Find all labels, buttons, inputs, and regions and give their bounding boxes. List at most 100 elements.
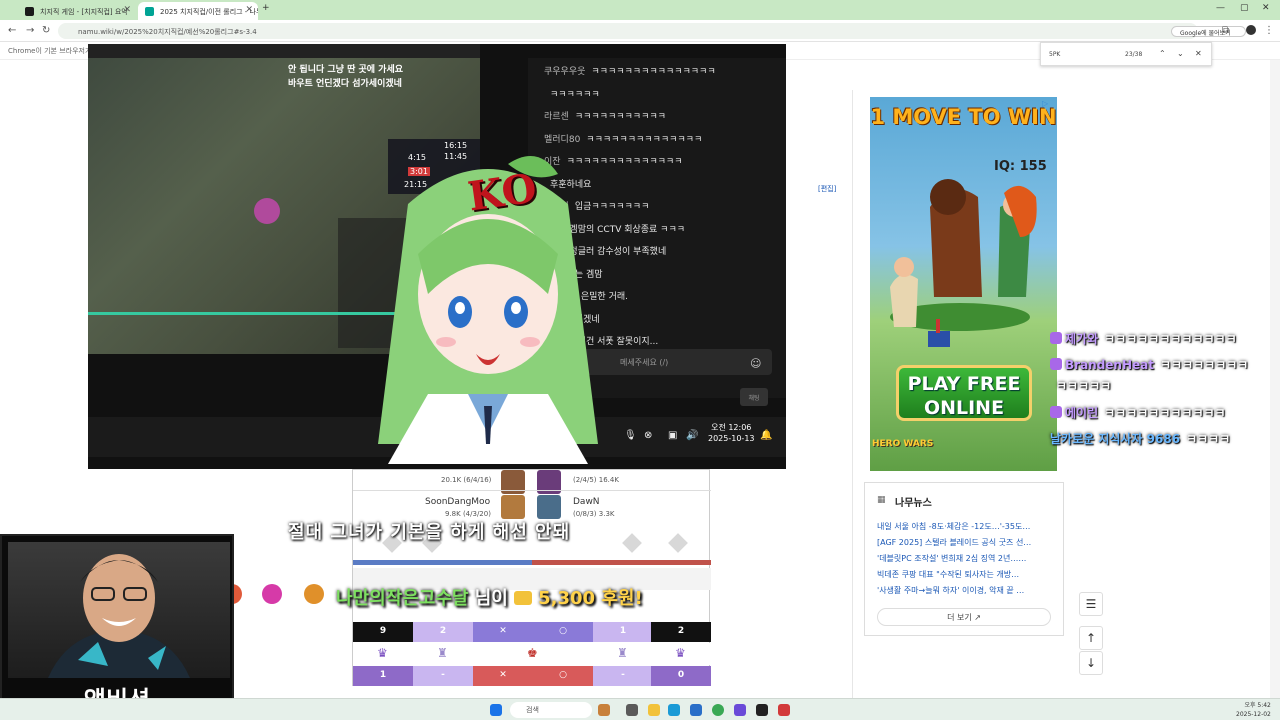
forward-icon[interactable]: → — [26, 25, 34, 36]
emoji-icon[interactable]: ☺ — [750, 357, 761, 370]
news-title: 나무뉴스 — [895, 498, 932, 509]
scrollbar[interactable] — [1270, 60, 1280, 698]
overlay-chat-nick: 제가와 — [1065, 332, 1099, 346]
google-ask-chip[interactable]: Google에 물어보기 — [1171, 26, 1246, 37]
reload-icon[interactable]: ↻ — [42, 25, 50, 36]
ad-info-icon[interactable]: ▷ — [1042, 99, 1048, 108]
windows-start-icon[interactable] — [490, 704, 502, 716]
grid-cell: ✕ — [473, 622, 533, 642]
gold-progress-fill — [353, 560, 532, 565]
bell-icon[interactable]: 🔔 — [760, 430, 772, 441]
match-table: 20.1K (6/4/16) (2/4/5) 16.4K SoonDangMoo… — [352, 469, 711, 686]
subscriber-badge-icon — [1050, 332, 1062, 344]
volume-icon[interactable]: 🔊 — [686, 430, 698, 441]
game-caption: 안 됩니다 그냥 딴 곳에 가세요 — [288, 65, 404, 75]
menu-icon[interactable]: ⋮ — [1264, 25, 1274, 36]
chrome-icon[interactable] — [712, 704, 724, 716]
obs-icon[interactable] — [756, 704, 768, 716]
champion-icon — [501, 495, 525, 519]
store-icon[interactable] — [690, 704, 702, 716]
find-next-icon[interactable]: ⌄ — [1177, 49, 1184, 58]
dragon-slot — [622, 533, 642, 553]
news-more-button[interactable]: 더 보기 ↗ — [877, 608, 1051, 626]
news-item[interactable]: '사생활 주마→늘뭐 하자' 이이경, 악재 끝 … — [877, 585, 1053, 596]
gold-progress-bar — [353, 560, 711, 565]
url-text: namu.wiki/w/2025%20치지직컵/예선%20롤리그#s-3.4 — [78, 28, 257, 36]
news-item[interactable]: 내일 서울 아침 -8도·체감은 -12도…'-35도… — [877, 521, 1053, 532]
chat-text: ㅋㅋㅋㅋㅋㅋㅋㅋㅋㅋㅋㅋㅋㅋㅋ — [591, 67, 716, 77]
chat-nick[interactable]: 멜러디80 — [544, 135, 580, 145]
overlay-chat-message: 에이린 ㅋㅋㅋㅋㅋㅋㅋㅋㅋㅋㅋ — [1050, 404, 1226, 421]
news-item[interactable]: [AGF 2025] 스텔라 블레이드 공식 굿즈 선… — [877, 537, 1053, 548]
news-item[interactable]: '데블릿PC 조작설' 변희재 2심 징역 2년…… — [877, 553, 1053, 564]
find-prev-icon[interactable]: ⌃ — [1159, 49, 1166, 58]
maximize-button[interactable]: ▢ — [1240, 3, 1249, 13]
close-icon[interactable]: ✕ — [245, 5, 253, 15]
scroll-bottom-icon[interactable]: ↓ — [1079, 651, 1103, 675]
find-count: 23/38 — [1125, 51, 1143, 58]
tab-namuwiki[interactable]: 2025 치지직컵/이전 롤리그 - 나무위키 ✕ — [138, 2, 258, 20]
elder-icon: ♜ — [437, 646, 448, 660]
close-icon[interactable]: ✕ — [123, 5, 131, 15]
back-icon[interactable]: ← — [8, 25, 16, 36]
subscriber-badge-icon — [1050, 406, 1062, 418]
extensions-icon[interactable]: ⧉ — [1222, 25, 1229, 36]
stream-video[interactable]: 안 됩니다 그냥 딴 곳에 가세요 바우트 언딘겠다 섬가세이겠네 16:15 … — [88, 44, 786, 469]
tab-label: 치지직 게임 - [치지직컵] 요약 — [40, 8, 128, 16]
streamer-webcam: 앰비션 — [0, 534, 234, 720]
grid-cell: - — [413, 666, 473, 686]
right-top-stats: (2/4/5) 16.4K — [573, 476, 619, 484]
minimize-button[interactable]: — — [1216, 3, 1225, 13]
advertisement[interactable]: 1 MOVE TO WIN IQ: 155 ▷ PLAY FREE ONLINE… — [870, 97, 1057, 471]
screen: 치지직 게임 - [치지직컵] 요약 ✕ 2025 치지직컵/이전 롤리그 - … — [0, 0, 1280, 720]
close-window-button[interactable]: ✕ — [1262, 3, 1270, 13]
clock-date: 2025-10-13 — [708, 434, 755, 443]
screen-icon[interactable]: ▣ — [668, 430, 677, 441]
ko-badge: KO — [465, 164, 540, 221]
wiki-edit-link[interactable]: [편집] — [818, 184, 836, 194]
news-item[interactable]: 빅데존 쿠팡 대표 "수작된 퇴사자는 개방… — [877, 569, 1053, 580]
ad-title: 1 MOVE TO WIN — [870, 105, 1057, 129]
objective-row: 1 - ✕ ○ - 0 — [353, 666, 711, 686]
right-player-name[interactable]: DawN — [573, 497, 600, 507]
dragon-icon: ♚ — [527, 646, 538, 660]
ad-logo: HERO WARS — [872, 439, 934, 449]
avatar[interactable] — [1246, 25, 1256, 35]
taskview-icon[interactable] — [626, 704, 638, 716]
tab-chzzk[interactable]: 치지직 게임 - [치지직컵] 요약 ✕ — [18, 2, 136, 20]
objective-row: 9 2 ✕ ○ 1 2 — [353, 622, 711, 642]
find-close-icon[interactable]: ✕ — [1195, 49, 1202, 58]
url-input[interactable]: namu.wiki/w/2025%20치지직컵/예선%20롤리그#s-3.4 G… — [58, 23, 1246, 39]
stop-icon[interactable]: ⊗ — [644, 430, 652, 441]
app-icon[interactable] — [598, 704, 610, 716]
overlay-chat-text: ㅋㅋㅋㅋㅋㅋㅋㅋㅋㅋㅋ — [1104, 406, 1226, 420]
app-icon[interactable] — [778, 704, 790, 716]
chat-text: ㅋㅋㅋㅋㅋㅋ — [550, 89, 600, 100]
taskbar-search[interactable]: 검색 — [510, 702, 592, 718]
left-player-name[interactable]: SoonDangMoo — [425, 497, 490, 507]
address-bar-row: ← → ↻ namu.wiki/w/2025%20치지직컵/예선%20롤리그#s… — [0, 20, 1280, 42]
donation-effect-icon — [304, 584, 324, 604]
new-tab-button[interactable]: + — [262, 3, 270, 13]
play-free-online-button[interactable]: PLAY FREE ONLINE — [896, 365, 1032, 421]
left-top-stats: 20.1K (6/4/16) — [441, 476, 492, 484]
overlay-chat-message: 제가와 ㅋㅋㅋㅋㅋㅋㅋㅋㅋㅋㅋㅋ — [1050, 330, 1237, 347]
edge-icon[interactable] — [668, 704, 680, 716]
streamer-face — [48, 554, 190, 678]
toc-icon[interactable]: ☰ — [1079, 592, 1103, 616]
discord-icon[interactable] — [734, 704, 746, 716]
donation-alert: 나만의작은고수달 님이 5,300 후원! — [336, 584, 643, 610]
overlay-chat-text: ㅋㅋㅋㅋ — [1186, 432, 1231, 446]
donor-name: 나만의작은고수달 — [336, 588, 469, 609]
overlay-chat-message: 날카로운 지식사자 9686 ㅋㅋㅋㅋ — [1050, 430, 1230, 447]
folder-icon[interactable] — [648, 704, 660, 716]
chat-send-button[interactable]: 채팅 — [740, 388, 768, 406]
chat-nick[interactable]: 쿠우우우웃 — [544, 67, 585, 77]
tab-label: 2025 치지직컵/이전 롤리그 - 나무위키 — [160, 8, 258, 16]
overlay-chat-nick: 에이린 — [1065, 406, 1099, 420]
taskbar-date: 2025-12-02 — [1236, 711, 1271, 718]
taskbar-search-label: 검색 — [526, 706, 539, 714]
scroll-top-icon[interactable]: ↑ — [1079, 626, 1103, 650]
chat-nick[interactable]: 라르센 — [544, 112, 569, 122]
find-input[interactable]: 5PK — [1049, 51, 1060, 58]
